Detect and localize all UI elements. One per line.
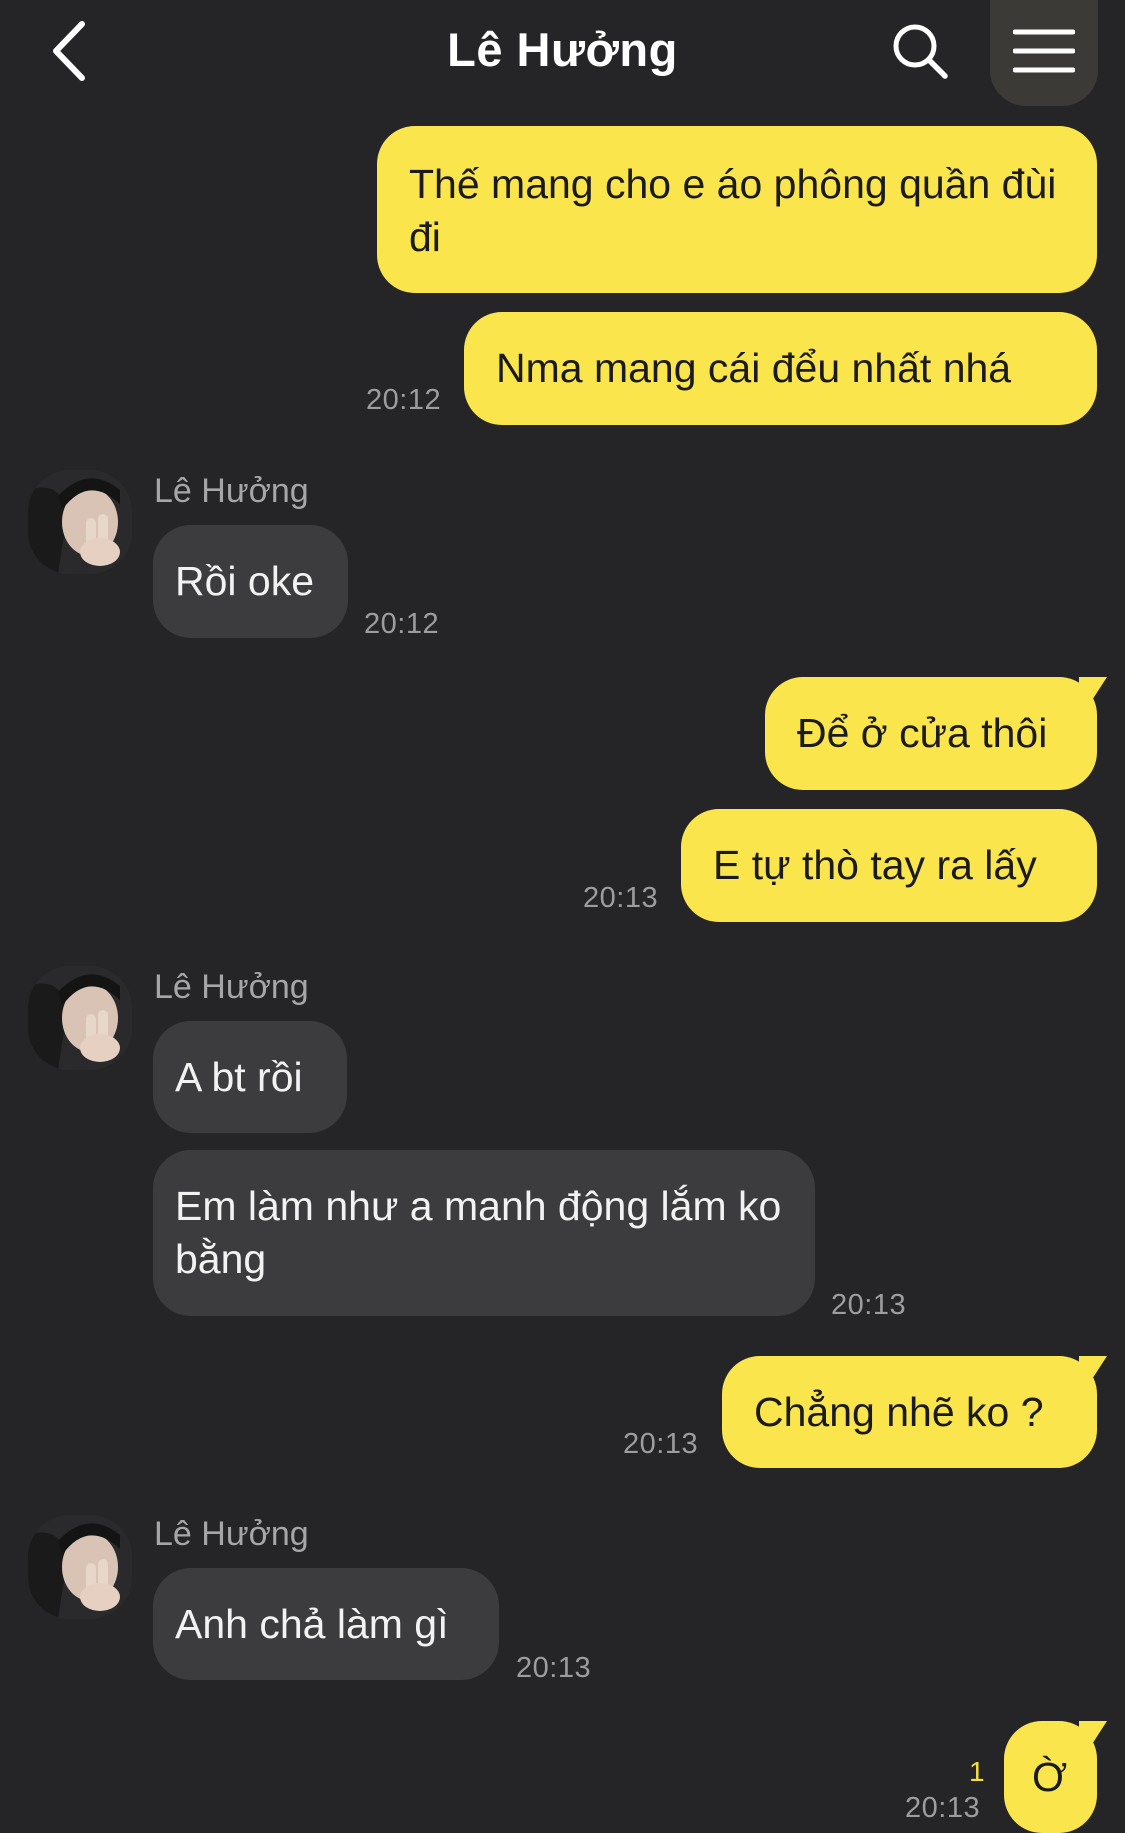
outgoing-message-bubble[interactable]: Nma mang cái đểu nhất nhá (464, 312, 1097, 425)
message-time: 20:13 (623, 1428, 699, 1460)
message-time: 20:12 (366, 384, 442, 416)
message-text: Thế mang cho e áo phông quần đùi đi (409, 161, 1057, 260)
outgoing-message-bubble[interactable]: E tự thò tay ra lấy (681, 809, 1097, 922)
contact-avatar[interactable] (28, 470, 132, 574)
incoming-message-bubble[interactable]: Anh chả làm gì (153, 1568, 499, 1680)
sender-name: Lê Hưởng (154, 1515, 309, 1553)
outgoing-message-bubble[interactable]: Để ở cửa thôi (765, 677, 1097, 790)
message-text: Chẳng nhẽ ko ? (754, 1389, 1044, 1435)
message-text: Rồi oke (175, 558, 315, 604)
message-time: 20:12 (364, 608, 440, 640)
sender-name: Lê Hưởng (154, 968, 309, 1006)
message-text: Em làm như a manh động lắm ko bằng (175, 1183, 782, 1282)
back-button[interactable] (40, 18, 100, 88)
message-text: A bt rồi (175, 1054, 303, 1100)
unread-count: 1 (969, 1756, 985, 1787)
message-time: 20:13 (905, 1792, 981, 1824)
search-button[interactable] (885, 18, 955, 88)
chat-title: Lê Hưởng (447, 23, 678, 76)
chat-header: Lê Hưởng (0, 0, 1125, 110)
incoming-message-bubble[interactable]: Em làm như a manh động lắm ko bằng (153, 1150, 815, 1316)
message-time: 20:13 (516, 1652, 592, 1684)
message-text: Anh chả làm gì (175, 1601, 449, 1647)
search-icon (891, 22, 949, 85)
hamburger-menu-icon (1012, 28, 1076, 79)
contact-avatar[interactable] (28, 1515, 132, 1619)
message-text: Nma mang cái đểu nhất nhá (496, 345, 1012, 391)
message-text: Ờ (1032, 1754, 1068, 1800)
menu-button[interactable] (990, 0, 1098, 106)
outgoing-message-bubble[interactable]: Chẳng nhẽ ko ? (722, 1356, 1097, 1468)
message-time: 20:13 (583, 882, 659, 914)
incoming-message-bubble[interactable]: A bt rồi (153, 1021, 347, 1133)
message-time: 20:13 (831, 1289, 907, 1321)
sender-name: Lê Hưởng (154, 472, 309, 510)
message-text: E tự thò tay ra lấy (713, 842, 1037, 888)
chevron-left-icon (50, 20, 90, 87)
incoming-message-bubble[interactable]: Rồi oke (153, 525, 348, 638)
message-text: Để ở cửa thôi (797, 710, 1048, 756)
outgoing-message-bubble[interactable]: Ờ (1004, 1721, 1097, 1833)
outgoing-message-bubble[interactable]: Thế mang cho e áo phông quần đùi đi (377, 126, 1097, 293)
contact-avatar[interactable] (28, 966, 132, 1070)
